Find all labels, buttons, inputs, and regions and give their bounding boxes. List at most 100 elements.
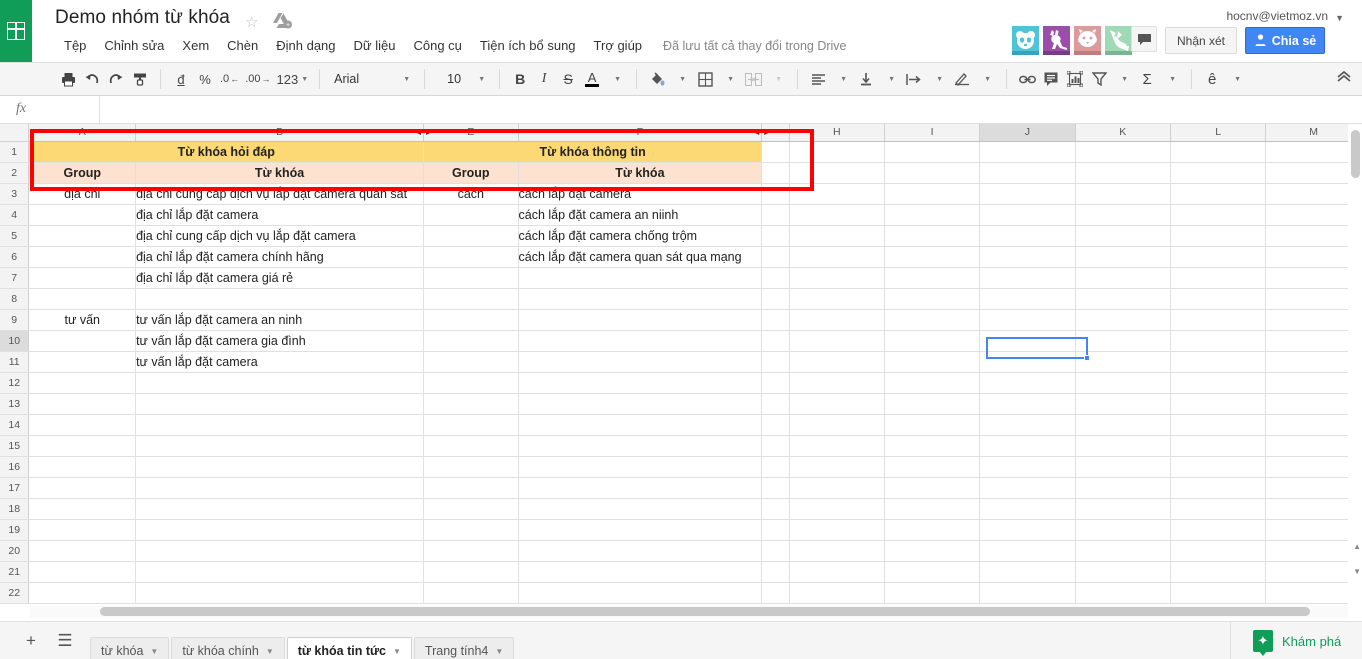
cell-E2-group[interactable]: Group [424,162,518,183]
cell-G4[interactable] [762,204,789,225]
row-header-21[interactable]: 21 [0,561,29,582]
row-header-2[interactable]: 2 [0,162,29,183]
cell-B6[interactable]: địa chỉ lắp đặt camera chính hãng [136,246,424,267]
comment-label-button[interactable]: Nhận xét [1165,27,1237,54]
cell-L1[interactable] [1170,141,1265,162]
cell-I22[interactable] [885,582,980,603]
font-size-select[interactable]: 10 ▼ [433,67,491,91]
comment-icon[interactable] [1039,67,1063,91]
cell-I15[interactable] [885,435,980,456]
formula-input[interactable] [100,96,1362,124]
cell-J4[interactable] [980,204,1075,225]
cell-I7[interactable] [885,267,980,288]
cell-K18[interactable] [1075,498,1170,519]
cell-K10[interactable] [1075,330,1170,351]
cell-G14[interactable] [762,414,789,435]
cell-L22[interactable] [1170,582,1265,603]
explore-button[interactable]: ✦ Khám phá [1230,622,1362,659]
text-wrap-icon[interactable] [902,67,926,91]
cell-L12[interactable] [1170,372,1265,393]
cell-G22[interactable] [762,582,789,603]
cell-F2-keyword[interactable]: Từ khóa [518,162,762,183]
cell-L4[interactable] [1170,204,1265,225]
menu-data[interactable]: Dữ liệu [345,36,405,55]
cell-F14[interactable] [518,414,762,435]
cell-F9[interactable] [518,309,762,330]
cell-A9[interactable]: tư vấn [29,309,136,330]
name-box[interactable] [0,96,100,124]
cell-A20[interactable] [29,540,136,561]
document-title[interactable]: Demo nhóm từ khóa [55,7,230,29]
cell-E8[interactable] [424,288,518,309]
menu-view[interactable]: Xem [173,36,218,55]
cell-H22[interactable] [789,582,884,603]
row-header-22[interactable]: 22 [0,582,29,603]
cell-A1-banner[interactable]: Từ khóa hỏi đáp [29,141,424,162]
scroll-up-arrow-icon[interactable]: ▲ [1353,542,1361,551]
vertical-align-dropdown[interactable]: ▼ [878,67,902,91]
cell-K5[interactable] [1075,225,1170,246]
row-header-11[interactable]: 11 [0,351,29,372]
cell-F5[interactable]: cách lắp đặt camera chống trộm [518,225,762,246]
row-header-4[interactable]: 4 [0,204,29,225]
cell-K17[interactable] [1075,477,1170,498]
cell-F3[interactable]: cách lắp đặt camera [518,183,762,204]
cell-I6[interactable] [885,246,980,267]
cell-I12[interactable] [885,372,980,393]
cell-I21[interactable] [885,561,980,582]
cell-G6[interactable] [762,246,789,267]
cell-A4[interactable] [29,204,136,225]
cell-G9[interactable] [762,309,789,330]
horizontal-align-dropdown[interactable]: ▼ [830,67,854,91]
cell-G11[interactable] [762,351,789,372]
cell-J12[interactable] [980,372,1075,393]
cell-H20[interactable] [789,540,884,561]
sheets-logo[interactable] [0,0,32,62]
cell-K6[interactable] [1075,246,1170,267]
row-header-12[interactable]: 12 [0,372,29,393]
cell-E9[interactable] [424,309,518,330]
bold-button[interactable]: B [508,67,532,91]
fox-avatar[interactable] [1105,26,1132,55]
cell-G3[interactable] [762,183,789,204]
cell-F15[interactable] [518,435,762,456]
cell-B18[interactable] [136,498,424,519]
scroll-down-arrow-icon[interactable]: ▼ [1353,567,1361,576]
cell-F17[interactable] [518,477,762,498]
cell-A18[interactable] [29,498,136,519]
cell-J15[interactable] [980,435,1075,456]
cell-L16[interactable] [1170,456,1265,477]
cell-K19[interactable] [1075,519,1170,540]
cell-L13[interactable] [1170,393,1265,414]
cell-K7[interactable] [1075,267,1170,288]
cell-B12[interactable] [136,372,424,393]
cell-J18[interactable] [980,498,1075,519]
cell-G7[interactable] [762,267,789,288]
cell-I2[interactable] [885,162,980,183]
row-header-17[interactable]: 17 [0,477,29,498]
row-header-8[interactable]: 8 [0,288,29,309]
cell-A8[interactable] [29,288,136,309]
cell-B20[interactable] [136,540,424,561]
cell-B11[interactable]: tư vấn lắp đặt camera [136,351,424,372]
fill-color-icon[interactable] [645,67,669,91]
cell-H18[interactable] [789,498,884,519]
cell-B15[interactable] [136,435,424,456]
cell-H9[interactable] [789,309,884,330]
italic-button[interactable]: I [532,67,556,91]
cell-H10[interactable] [789,330,884,351]
cell-F6[interactable]: cách lắp đặt camera quan sát qua mạng [518,246,762,267]
column-header-K[interactable]: K [1075,124,1170,141]
cell-I8[interactable] [885,288,980,309]
cell-B8[interactable] [136,288,424,309]
horizontal-align-icon[interactable] [806,67,830,91]
cell-E16[interactable] [424,456,518,477]
cell-J21[interactable] [980,561,1075,582]
cell-F16[interactable] [518,456,762,477]
cell-G21[interactable] [762,561,789,582]
redo-icon[interactable] [104,67,128,91]
row-header-9[interactable]: 9 [0,309,29,330]
row-header-10[interactable]: 10 [0,330,29,351]
cell-E14[interactable] [424,414,518,435]
cell-K9[interactable] [1075,309,1170,330]
